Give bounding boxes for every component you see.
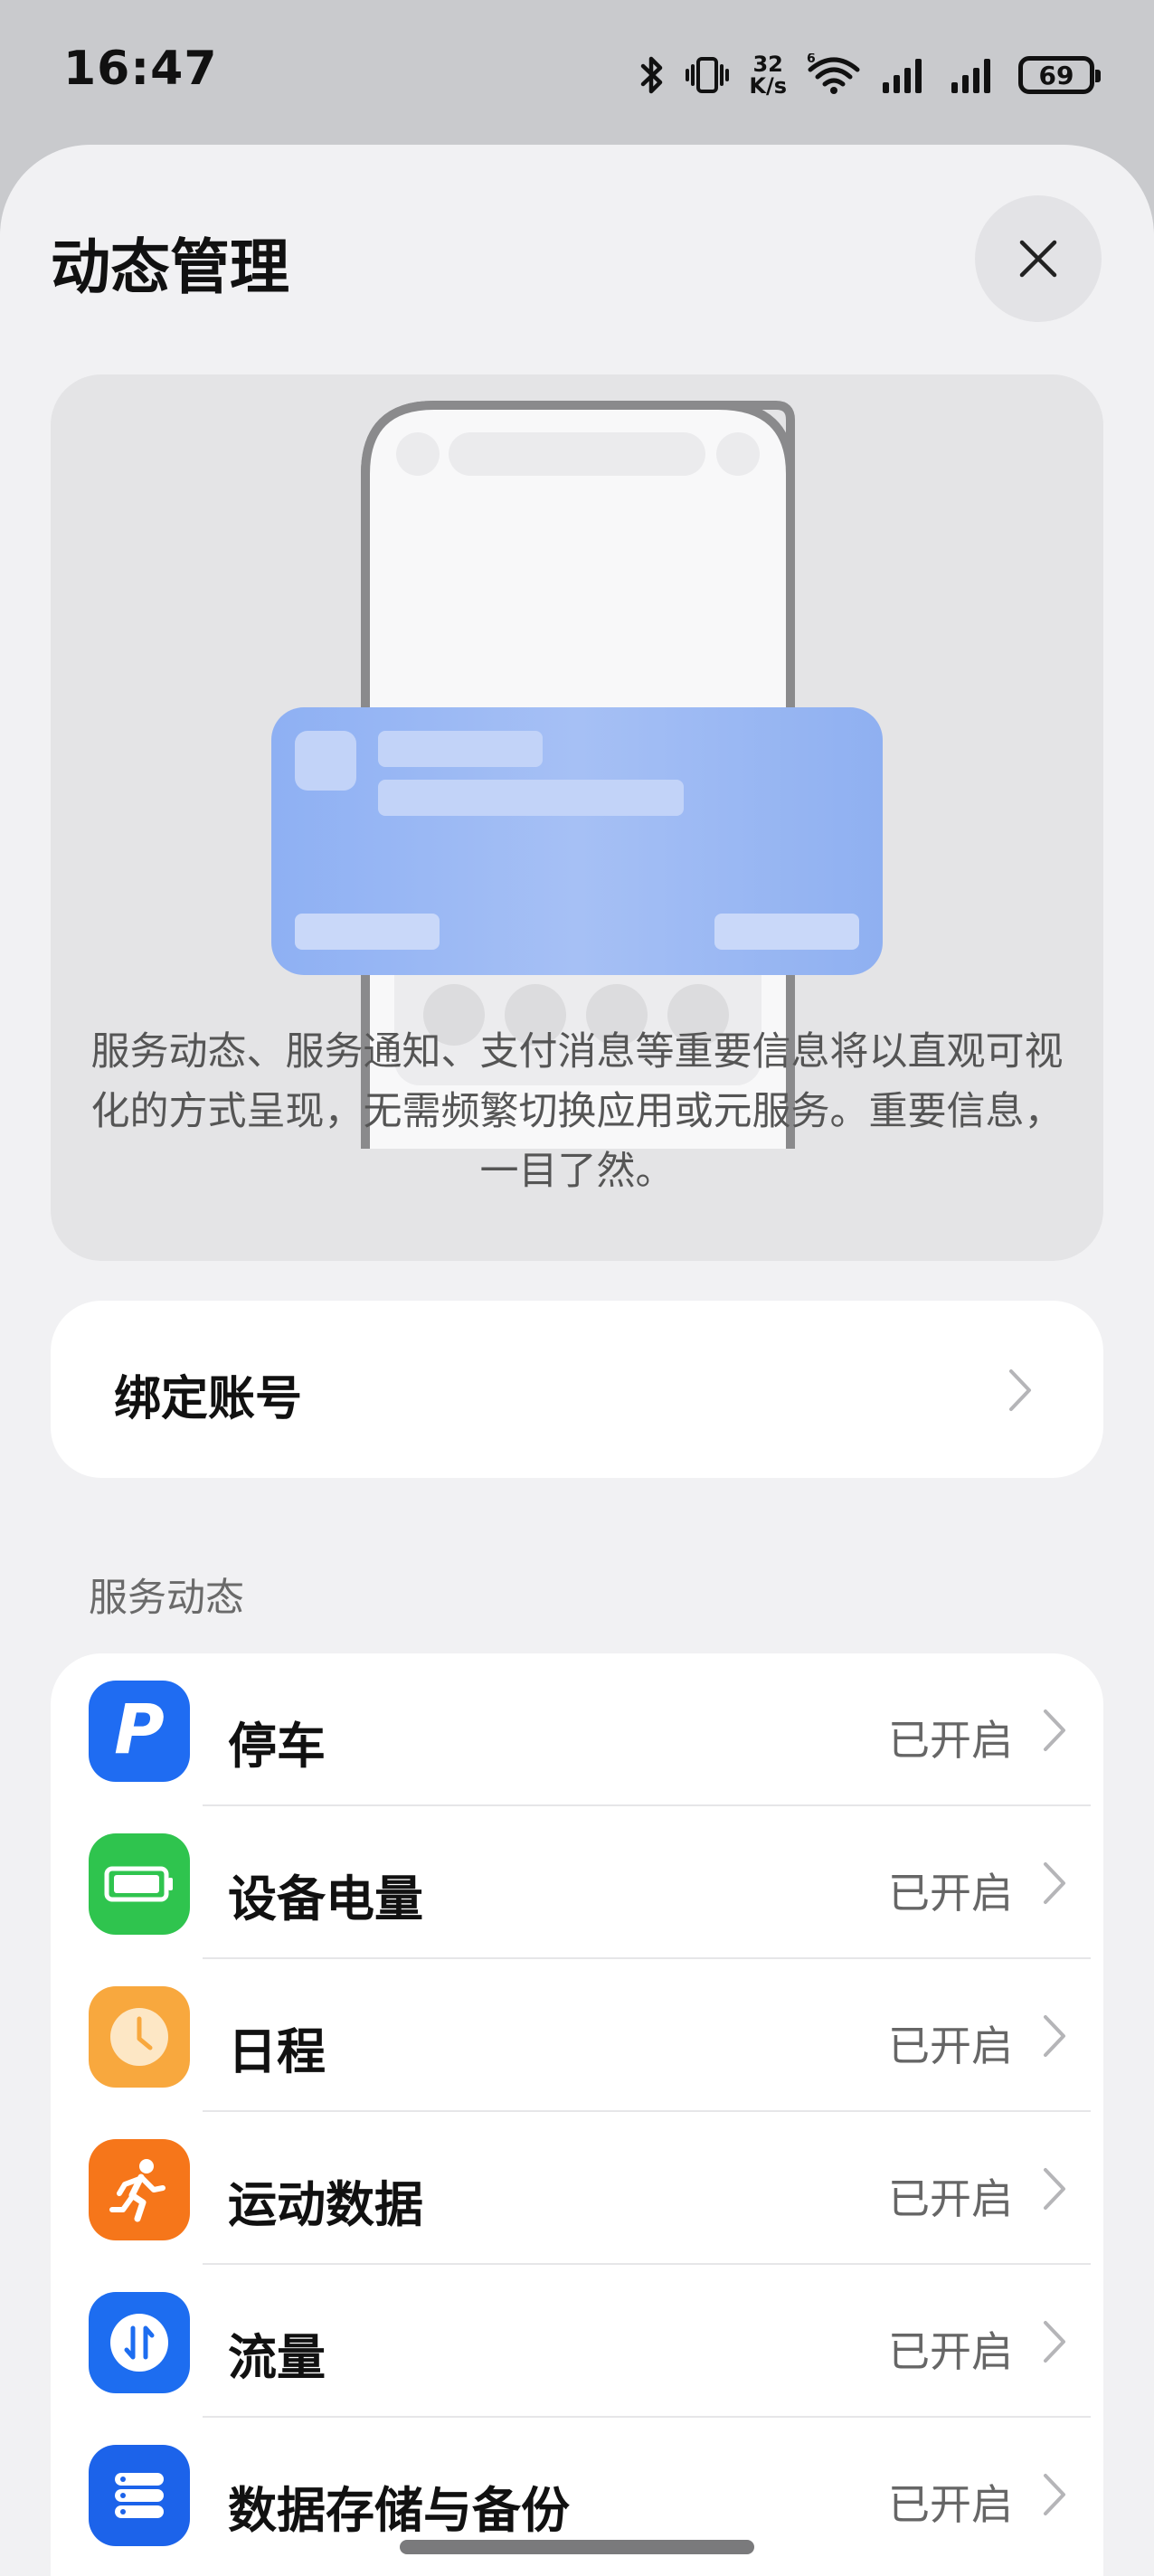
service-item-label: 流量 bbox=[228, 2329, 326, 2386]
wifi-icon: 6 bbox=[807, 53, 860, 94]
clock-icon bbox=[89, 1986, 190, 2088]
battery-level-icon bbox=[89, 1833, 190, 1935]
running-icon bbox=[89, 2139, 190, 2240]
svg-text:P: P bbox=[114, 1695, 165, 1767]
close-button[interactable] bbox=[975, 195, 1102, 322]
service-item-label: 设备电量 bbox=[228, 1870, 423, 1927]
service-item-label: 运动数据 bbox=[228, 2176, 423, 2233]
parking-icon: P bbox=[89, 1681, 190, 1782]
status-bar: 16:47 32 K/s 6 69 bbox=[0, 0, 1154, 145]
section-label-service-activities: 服务动态 bbox=[89, 1576, 244, 1621]
dynamic-management-sheet: 动态管理 服务动态、服务通知、支付消息等重要信息将以直观可视化的方式呈现，无需频… bbox=[0, 145, 1154, 2576]
intro-card: 服务动态、服务通知、支付消息等重要信息将以直观可视化的方式呈现，无需频繁切换应用… bbox=[51, 374, 1103, 1261]
bind-account-item[interactable]: 绑定账号 bbox=[51, 1301, 1103, 1478]
signal-icon bbox=[951, 59, 990, 93]
service-item-parking[interactable]: P 停车 已开启 bbox=[51, 1653, 1103, 1806]
data-traffic-icon bbox=[89, 2292, 190, 2393]
signal-icon bbox=[883, 59, 922, 93]
close-icon bbox=[1019, 240, 1057, 278]
storage-icon bbox=[89, 2445, 190, 2546]
bluetooth-icon bbox=[641, 56, 663, 94]
service-item-schedule[interactable]: 日程 已开启 bbox=[51, 1959, 1103, 2112]
service-item-status: 已开启 bbox=[888, 1716, 1013, 1765]
service-item-status: 已开启 bbox=[888, 2022, 1013, 2070]
chevron-right-icon bbox=[1044, 2015, 1065, 2057]
service-item-label: 停车 bbox=[228, 1718, 326, 1775]
chevron-right-icon bbox=[1044, 2474, 1065, 2515]
vibrate-icon bbox=[686, 57, 730, 93]
service-item-status: 已开启 bbox=[888, 2174, 1013, 2223]
intro-description: 服务动态、服务通知、支付消息等重要信息将以直观可视化的方式呈现，无需频繁切换应用… bbox=[90, 1029, 1064, 1194]
page-title: 动态管理 bbox=[51, 232, 289, 302]
service-item-device-battery[interactable]: 设备电量 已开启 bbox=[51, 1806, 1103, 1959]
battery-icon: 69 bbox=[1018, 56, 1101, 94]
service-item-label: 日程 bbox=[228, 2023, 326, 2080]
svg-text:6: 6 bbox=[807, 53, 816, 66]
home-indicator[interactable] bbox=[400, 2540, 754, 2554]
network-speed-value: 32 bbox=[752, 52, 783, 77]
chevron-right-icon bbox=[1044, 1862, 1065, 1904]
network-speed: 32 K/s bbox=[749, 53, 787, 97]
service-item-label: 数据存储与备份 bbox=[228, 2482, 570, 2539]
chevron-right-icon bbox=[1044, 2168, 1065, 2210]
service-item-exercise-data[interactable]: 运动数据 已开启 bbox=[51, 2112, 1103, 2265]
status-time: 16:47 bbox=[63, 42, 218, 96]
chevron-right-icon bbox=[1044, 1709, 1065, 1751]
bind-account-label: 绑定账号 bbox=[114, 1372, 303, 1426]
service-item-data-traffic[interactable]: 流量 已开启 bbox=[51, 2265, 1103, 2418]
network-speed-unit: K/s bbox=[749, 73, 787, 99]
chevron-right-icon bbox=[1044, 2321, 1065, 2363]
service-item-status: 已开启 bbox=[888, 2327, 1013, 2376]
service-activity-list: P 停车 已开启 设备电量 已开启 日程 已开启 运动数据 已开启 流量 已开启… bbox=[51, 1653, 1103, 2576]
service-item-status: 已开启 bbox=[888, 1869, 1013, 1918]
service-item-status: 已开启 bbox=[888, 2480, 1013, 2529]
chevron-right-icon bbox=[1009, 1369, 1031, 1411]
status-icons: 32 K/s 6 69 bbox=[638, 45, 1101, 105]
battery-level: 69 bbox=[1038, 60, 1074, 90]
